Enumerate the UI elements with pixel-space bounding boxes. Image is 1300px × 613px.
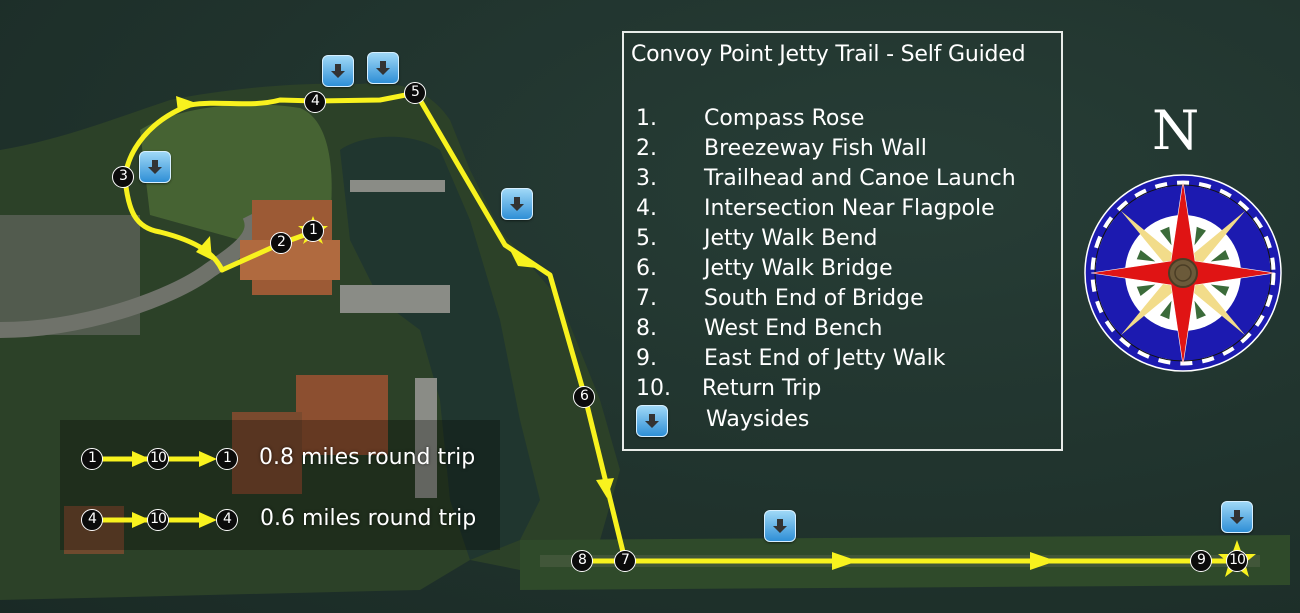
- wayside-marker[interactable]: [367, 52, 399, 84]
- legend-item-number: 1.: [636, 106, 657, 131]
- route-distance-text: 0.6 miles round trip: [260, 506, 477, 531]
- legend-item-label: Trailhead and Canoe Launch: [704, 166, 1016, 191]
- wayside-marker[interactable]: [1221, 501, 1253, 533]
- legend-item-label: Jetty Walk Bridge: [704, 256, 893, 281]
- down-arrow-icon: [773, 519, 787, 533]
- down-arrow-icon: [148, 160, 162, 174]
- legend-item-label: Breezeway Fish Wall: [704, 136, 927, 161]
- legend-item-label: Waysides: [706, 407, 810, 432]
- route-distance-text: 0.8 miles round trip: [259, 445, 476, 470]
- down-arrow-icon: [376, 61, 390, 75]
- route-stop-marker: 4: [216, 509, 238, 531]
- legend-item-number: 5.: [636, 226, 657, 251]
- map-marker-stop-8[interactable]: 8: [571, 550, 593, 572]
- wayside-marker[interactable]: [322, 55, 354, 87]
- route-stop-marker: 10: [147, 509, 169, 531]
- legend-item-number: 7.: [636, 286, 657, 311]
- map-marker-stop-4[interactable]: 4: [304, 91, 326, 113]
- legend-item-label: South End of Bridge: [704, 286, 924, 311]
- legend-item-number: 2.: [636, 136, 657, 161]
- down-arrow-icon: [1230, 510, 1244, 524]
- wayside-marker[interactable]: [764, 510, 796, 542]
- legend-item-label: East End of Jetty Walk: [704, 346, 946, 371]
- route-stop-marker: 1: [216, 448, 238, 470]
- wayside-marker[interactable]: [139, 151, 171, 183]
- map-marker-stop-10[interactable]: 10: [1226, 550, 1248, 572]
- route-stop-marker: 10: [147, 448, 169, 470]
- legend-item-label: West End Bench: [704, 316, 883, 341]
- map-marker-stop-5[interactable]: 5: [404, 82, 426, 104]
- map-marker-stop-6[interactable]: 6: [573, 386, 595, 408]
- map-marker-stop-9[interactable]: 9: [1190, 550, 1212, 572]
- map-marker-stop-2[interactable]: 2: [270, 232, 292, 254]
- legend-item-number: 3.: [636, 166, 657, 191]
- north-label: N: [1152, 99, 1200, 162]
- map-marker-stop-1[interactable]: 1: [302, 220, 324, 242]
- legend-item-label: Intersection Near Flagpole: [704, 196, 995, 221]
- route-stop-marker: 1: [81, 448, 103, 470]
- legend-title: Convoy Point Jetty Trail - Self Guided: [631, 42, 1026, 67]
- down-arrow-icon: [645, 414, 659, 428]
- wayside-marker[interactable]: [501, 188, 533, 220]
- legend-item-number: 9.: [636, 346, 657, 371]
- legend-item-number: 6.: [636, 256, 657, 281]
- map-marker-stop-7[interactable]: 7: [614, 550, 636, 572]
- trail-legend: Convoy Point Jetty Trail - Self Guided 1…: [622, 31, 1063, 451]
- compass-rose: [1084, 174, 1282, 372]
- legend-item-number: 4.: [636, 196, 657, 221]
- wayside-legend-icon: [636, 405, 668, 437]
- legend-item-number: 8.: [636, 316, 657, 341]
- down-arrow-icon: [510, 197, 524, 211]
- map-marker-stop-3[interactable]: 3: [112, 166, 134, 188]
- legend-item-label: Return Trip: [702, 376, 822, 401]
- legend-item-label: Jetty Walk Bend: [704, 226, 878, 251]
- legend-item-number: 10.: [636, 376, 671, 401]
- route-stop-marker: 4: [81, 509, 103, 531]
- down-arrow-icon: [331, 64, 345, 78]
- legend-item-label: Compass Rose: [704, 106, 865, 131]
